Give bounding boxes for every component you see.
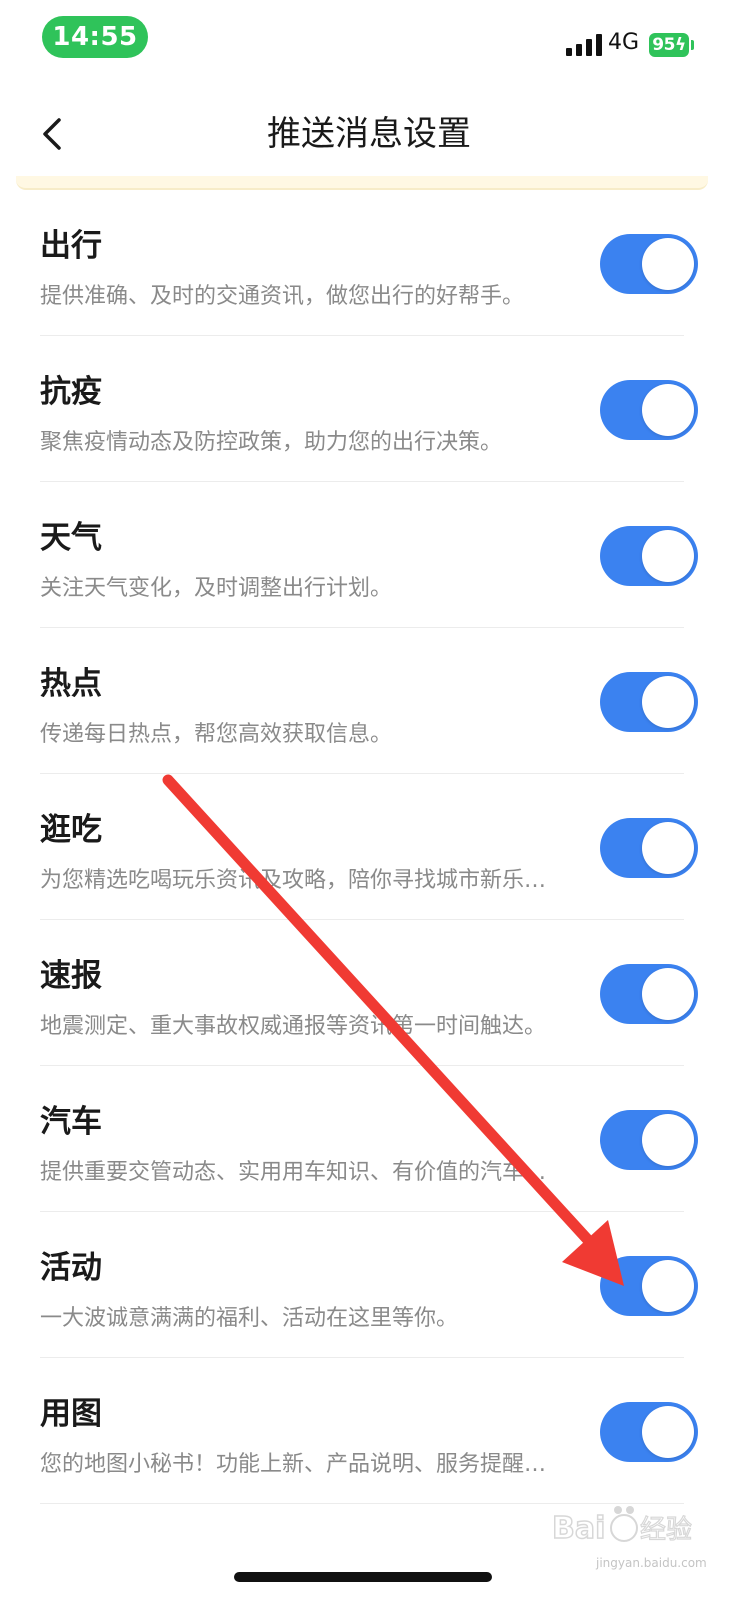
baidu-jingyan-watermark-icon: Bai 经验	[552, 1506, 692, 1547]
setting-row-flash-news: 速报 地震测定、重大事故权威通报等资讯第一时间触达。	[0, 920, 738, 1066]
setting-row-events: 活动 一大波诚意满满的福利、活动在这里等你。	[0, 1212, 738, 1358]
toggle-knob	[642, 384, 694, 436]
charging-bolt-icon: ϟ	[674, 35, 686, 55]
toggle-knob	[642, 1260, 694, 1312]
setting-description: 为您精选吃喝玩乐资讯及攻略，陪你寻找城市新乐…	[40, 868, 547, 893]
setting-row-epidemic: 抗疫 聚焦疫情动态及防控政策，助力您的出行决策。	[0, 336, 738, 482]
network-type: 4G	[608, 30, 640, 55]
setting-row-food: 逛吃 为您精选吃喝玩乐资讯及攻略，陪你寻找城市新乐…	[0, 774, 738, 920]
settings-list: 出行 提供准确、及时的交通资讯，做您出行的好帮手。 抗疫 聚焦疫情动态及防控政策…	[0, 190, 738, 1504]
back-button[interactable]	[24, 106, 80, 162]
setting-title: 速报	[40, 958, 102, 994]
toggle-epidemic[interactable]	[600, 380, 698, 440]
nav-bar: 推送消息设置	[0, 92, 738, 176]
setting-title: 活动	[40, 1250, 102, 1286]
setting-row-map-usage: 用图 您的地图小秘书！功能上新、产品说明、服务提醒…	[0, 1358, 738, 1504]
toggle-knob	[642, 1114, 694, 1166]
setting-description: 地震测定、重大事故权威通报等资讯第一时间触达。	[40, 1014, 547, 1039]
setting-description: 关注天气变化，及时调整出行计划。	[40, 576, 393, 601]
setting-description: 传递每日热点，帮您高效获取信息。	[40, 722, 393, 747]
notice-banner-edge	[16, 176, 708, 190]
battery-icon: 95 ϟ	[649, 33, 695, 57]
watermark-url: jingyan.baidu.com	[596, 1556, 707, 1570]
setting-title: 天气	[40, 520, 102, 556]
page-title: 推送消息设置	[267, 114, 471, 154]
toggle-knob	[642, 1406, 694, 1458]
battery-cap	[691, 40, 694, 50]
cellular-signal-icon	[566, 34, 602, 56]
toggle-knob	[642, 822, 694, 874]
svg-text:Bai: Bai	[552, 1511, 605, 1546]
setting-title: 用图	[40, 1396, 102, 1432]
screen: 14:55 4G 95 ϟ 推送消息设置 出行 提供准确、及时的交通资讯，做您出行…	[0, 0, 738, 1600]
battery-level: 95 ϟ	[649, 33, 689, 57]
toggle-knob	[642, 676, 694, 728]
battery-percent: 95	[652, 35, 675, 55]
toggle-food[interactable]	[600, 818, 698, 878]
setting-description: 一大波诚意满满的福利、活动在这里等你。	[40, 1306, 459, 1331]
toggle-knob	[642, 968, 694, 1020]
setting-description: 提供重要交管动态、实用用车知识、有价值的汽车…	[40, 1160, 547, 1185]
setting-description: 聚焦疫情动态及防控政策，助力您的出行决策。	[40, 430, 503, 455]
toggle-hotspot[interactable]	[600, 672, 698, 732]
setting-row-weather: 天气 关注天气变化，及时调整出行计划。	[0, 482, 738, 628]
setting-row-car: 汽车 提供重要交管动态、实用用车知识、有价值的汽车…	[0, 1066, 738, 1212]
toggle-weather[interactable]	[600, 526, 698, 586]
setting-title: 汽车	[40, 1104, 102, 1140]
toggle-travel[interactable]	[600, 234, 698, 294]
setting-description: 提供准确、及时的交通资讯，做您出行的好帮手。	[40, 284, 525, 309]
chevron-left-icon	[43, 118, 61, 150]
toggle-knob	[642, 238, 694, 290]
setting-title: 抗疫	[40, 374, 102, 410]
toggle-events[interactable]	[600, 1256, 698, 1316]
toggle-car[interactable]	[600, 1110, 698, 1170]
status-bar: 14:55 4G 95 ϟ	[0, 0, 738, 80]
setting-row-hotspot: 热点 传递每日热点，帮您高效获取信息。	[0, 628, 738, 774]
setting-row-travel: 出行 提供准确、及时的交通资讯，做您出行的好帮手。	[0, 190, 738, 336]
setting-title: 出行	[40, 228, 102, 264]
status-time: 14:55	[42, 16, 148, 58]
toggle-knob	[642, 530, 694, 582]
toggle-flash-news[interactable]	[600, 964, 698, 1024]
setting-title: 逛吃	[40, 812, 102, 848]
setting-title: 热点	[40, 666, 102, 702]
setting-description: 您的地图小秘书！功能上新、产品说明、服务提醒…	[40, 1452, 547, 1477]
home-indicator	[234, 1572, 492, 1582]
toggle-map-usage[interactable]	[600, 1402, 698, 1462]
svg-text:经验: 经验	[640, 1515, 692, 1545]
